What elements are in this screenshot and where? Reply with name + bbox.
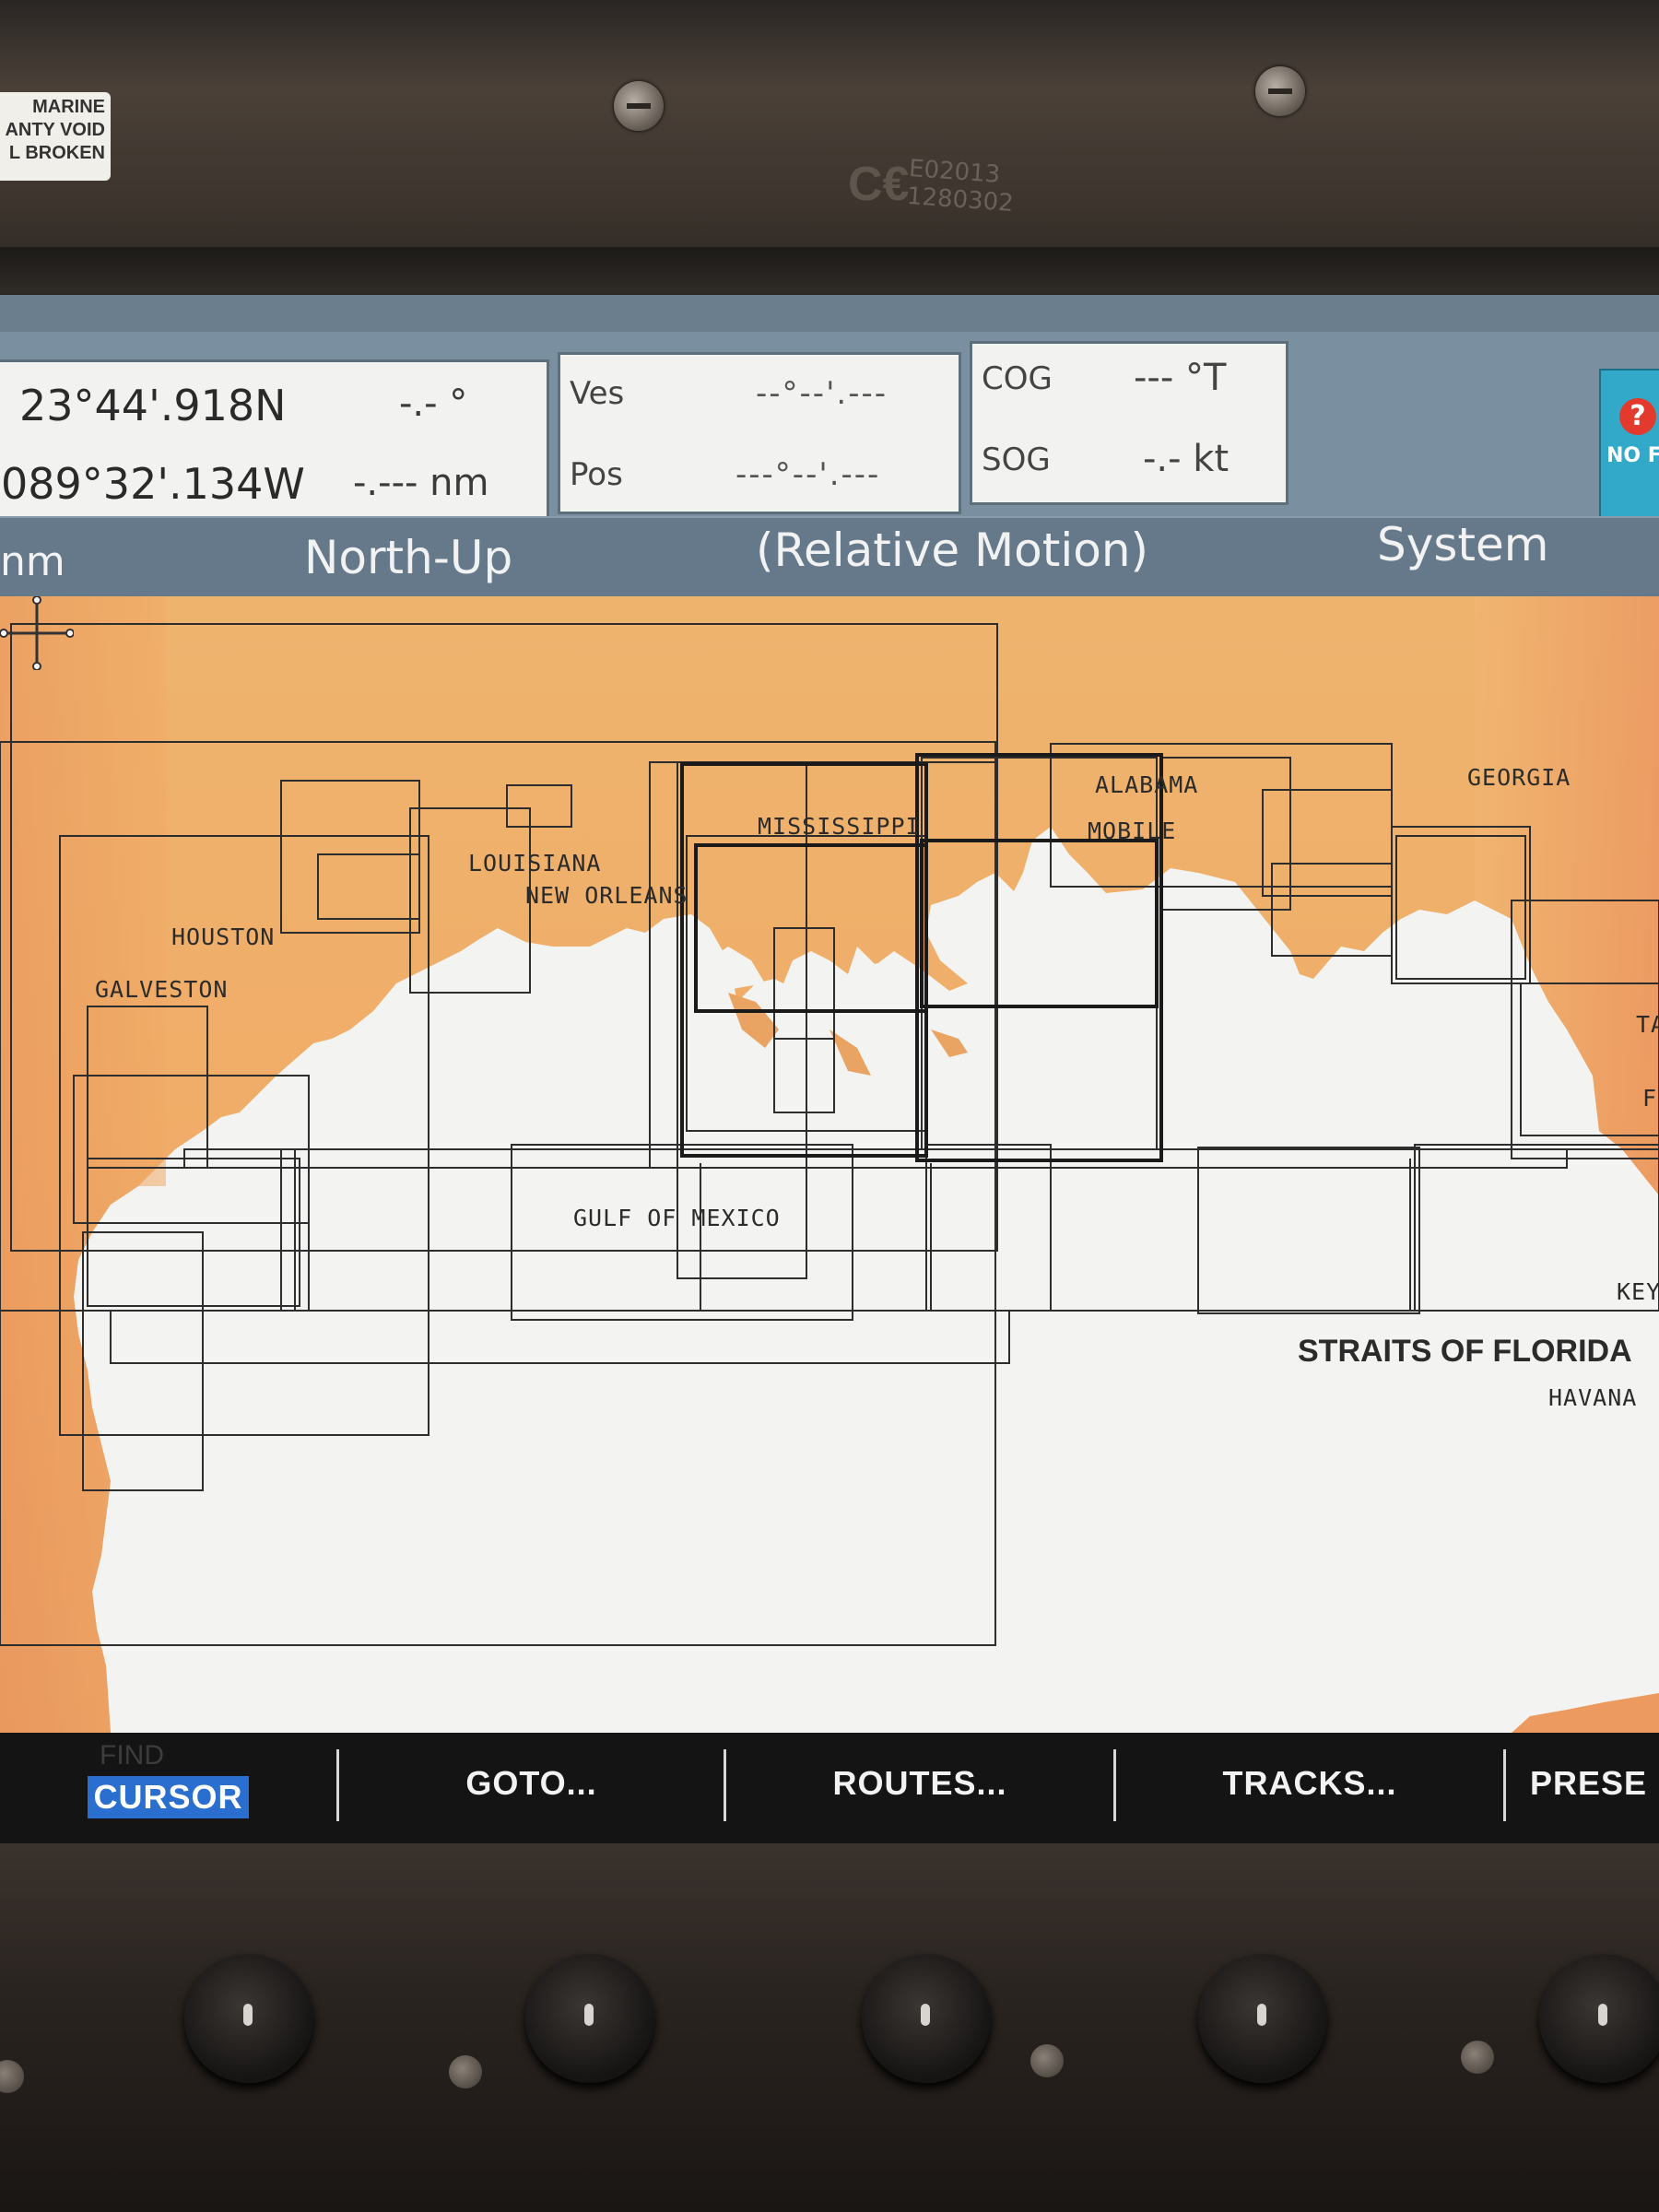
cursor-softkey[interactable]: CURSOR [0, 1733, 336, 1834]
routes-softkey-label: ROUTES... [832, 1764, 1007, 1802]
softkey-bar: FIND CURSOR GOTO... ROUTES... TRACKS... … [0, 1733, 1659, 1843]
label-key: KEY [1617, 1278, 1659, 1305]
no-fix-status-badge[interactable]: ? NO F [1599, 369, 1659, 530]
tracks-softkey[interactable]: TRACKS... [1116, 1733, 1503, 1834]
label-houston: HOUSTON [171, 924, 276, 950]
chartplotter-screen: 23°44'.918N -.- ° 089°32'.134W -.--- nm … [0, 295, 1659, 1843]
tracks-softkey-label: TRACKS... [1222, 1764, 1397, 1802]
label-mississippi: MISSISSIPPI [758, 813, 921, 840]
orientation-mode-button[interactable]: North-Up [304, 531, 512, 584]
pos-value: ---°--'.--- [735, 456, 881, 493]
screw-icon [1461, 2041, 1494, 2074]
screw-icon [1030, 2044, 1064, 2077]
warranty-sticker: MARINE ANTY VOID L BROKEN [0, 92, 111, 181]
cursor-position-panel[interactable]: 23°44'.918N -.- ° 089°32'.134W -.--- nm [0, 359, 549, 522]
latitude-value: 23°44'.918N [19, 381, 287, 430]
label-gulf-of-mexico: GULF OF MEXICO [573, 1205, 781, 1231]
bezel-strip [0, 247, 1659, 293]
label-new-orleans: NEW ORLEANS [525, 882, 688, 909]
ves-value: --°--'.--- [756, 375, 888, 412]
cursor-crosshair-icon[interactable] [0, 596, 74, 670]
ce-code: E02013 1280302 [906, 155, 1017, 218]
longitude-value: 089°32'.134W [1, 459, 305, 509]
presets-softkey[interactable]: PRESE [1506, 1733, 1659, 1834]
label-havana: HAVANA [1548, 1384, 1638, 1411]
label-galveston: GALVESTON [95, 976, 229, 1003]
label-alabama: ALABAMA [1095, 771, 1199, 798]
label-mobile: MOBILE [1088, 818, 1177, 844]
warning-icon: ? [1619, 398, 1656, 435]
softkey-4-button[interactable] [1198, 1954, 1327, 2083]
motion-mode-button[interactable]: (Relative Motion) [756, 524, 1148, 577]
softkey-1-button[interactable] [184, 1954, 313, 2083]
ce-mark: C€ [848, 158, 910, 211]
screw-icon [1255, 66, 1305, 116]
label-louisiana: LOUISIANA [468, 850, 602, 877]
warranty-line-1: MARINE [32, 97, 105, 117]
vessel-position-panel[interactable]: Ves --°--'.--- Pos ---°--'.--- [558, 352, 961, 514]
range-unit: nm [0, 538, 65, 585]
screw-icon [449, 2055, 482, 2088]
warranty-line-3: L BROKEN [8, 143, 105, 163]
chart-map[interactable]: ALABAMA GEORGIA MISSISSIPPI MOBILE LOUIS… [0, 596, 1659, 1843]
cog-label: COG [982, 360, 1053, 397]
goto-softkey[interactable]: GOTO... [339, 1733, 724, 1834]
cog-sog-panel[interactable]: COG --- °T SOG -.- kt [970, 341, 1288, 505]
cog-value: --- °T [1134, 357, 1227, 399]
softkey-5-button[interactable] [1539, 1954, 1659, 2083]
label-f: F [1642, 1085, 1658, 1112]
warranty-line-2: ANTY VOID [5, 120, 105, 140]
softkey-2-button[interactable] [525, 1954, 654, 2083]
screen-frame-top [0, 295, 1659, 332]
label-ta: TA [1636, 1011, 1659, 1038]
pos-label: Pos [570, 456, 623, 493]
cursor-softkey-label: CURSOR [88, 1776, 249, 1818]
presets-softkey-label: PRESE [1530, 1764, 1648, 1802]
label-straits-of-florida: STRAITS OF FLORIDA [1298, 1334, 1632, 1369]
no-fix-text: NO F [1606, 444, 1659, 467]
chart-canvas[interactable] [0, 596, 1659, 1733]
ves-label: Ves [570, 375, 625, 412]
softkey-3-button[interactable] [862, 1954, 991, 2083]
bearing-value: -.- ° [399, 382, 468, 425]
routes-softkey[interactable]: ROUTES... [726, 1733, 1113, 1834]
sog-label: SOG [982, 441, 1051, 478]
sog-value: -.- kt [1143, 438, 1230, 480]
screw-icon [614, 81, 664, 131]
system-menu-button[interactable]: System [1377, 518, 1548, 571]
label-georgia: GEORGIA [1467, 764, 1571, 791]
mode-bar: nm North-Up (Relative Motion) System [0, 516, 1659, 598]
goto-softkey-label: GOTO... [465, 1764, 597, 1802]
distance-value: -.--- nm [353, 462, 489, 504]
data-bar: 23°44'.918N -.- ° 089°32'.134W -.--- nm … [0, 332, 1659, 530]
